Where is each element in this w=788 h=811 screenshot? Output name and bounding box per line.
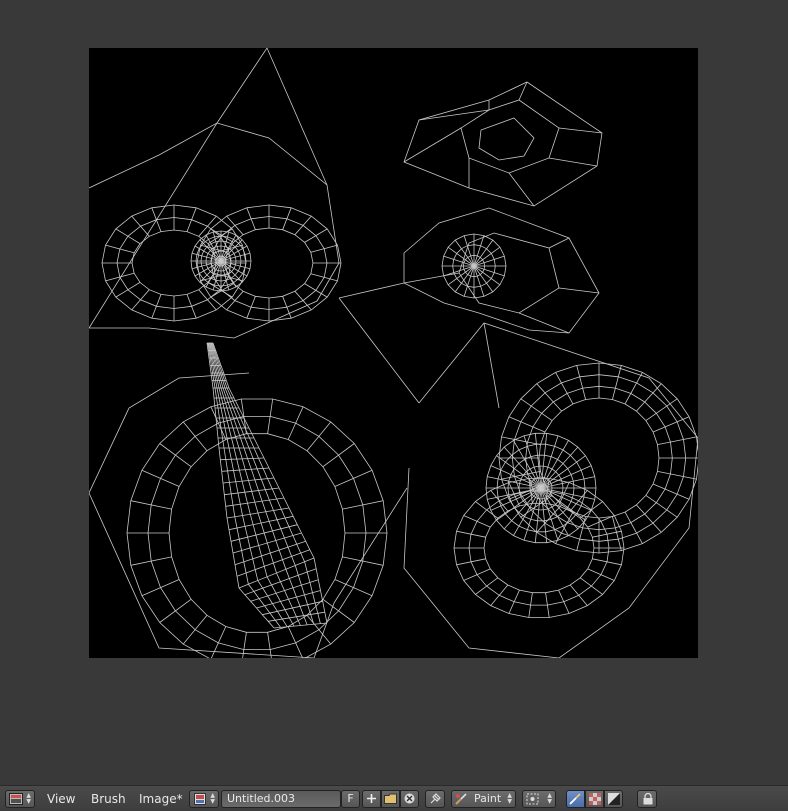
editor-type-button[interactable]: ▲ ▼ [5, 790, 35, 808]
image-editor-icon [9, 793, 23, 805]
image-icon [194, 793, 206, 805]
image-editor-header: ▲▼ View Brush Image* ▲▼ Untitled.003 F [0, 785, 788, 811]
image-name: Untitled.003 [227, 792, 296, 805]
brush-menu[interactable]: Brush [91, 791, 126, 807]
paint-icon [455, 793, 467, 805]
gradient-mode-button[interactable] [604, 790, 623, 808]
open-image-button[interactable] [381, 790, 400, 808]
dropdown-arrows-icon: ▲ ▼ [507, 792, 512, 805]
image-name-field[interactable]: Untitled.003 [221, 790, 341, 808]
unlink-image-button[interactable] [400, 790, 419, 808]
close-icon [404, 793, 415, 804]
plus-icon [367, 794, 376, 803]
mode-dropdown[interactable]: Paint ▲ ▼ [451, 790, 516, 808]
gradient-icon [608, 793, 620, 805]
pivot-dropdown[interactable]: ▲ ▼ [522, 790, 556, 808]
dropdown-arrows-icon: ▲ ▼ [26, 792, 31, 805]
uv-image-canvas[interactable] [89, 48, 698, 658]
folder-icon [384, 793, 397, 804]
dropdown-arrows-icon: ▲ ▼ [547, 792, 552, 805]
lock-button[interactable] [637, 790, 657, 808]
lock-icon [643, 793, 653, 805]
pin-icon [430, 793, 441, 804]
image-browse-button[interactable]: ▲ ▼ [189, 790, 219, 808]
uv-mesh-wireframe [89, 48, 698, 658]
brush-icon [569, 793, 581, 805]
image-menu[interactable]: Image* [139, 791, 183, 807]
pivot-icon [526, 793, 539, 805]
pin-button[interactable] [425, 790, 445, 808]
new-image-button[interactable] [362, 790, 381, 808]
draw-mode-button[interactable] [566, 790, 585, 808]
fake-user-label: F [347, 792, 354, 805]
fake-user-button[interactable]: F [341, 790, 360, 808]
checker-icon [589, 793, 601, 805]
image-editor-viewport[interactable] [0, 0, 788, 785]
mode-label: Paint [474, 792, 502, 805]
mask-mode-button[interactable] [585, 790, 604, 808]
dropdown-arrows-icon: ▲ ▼ [210, 792, 215, 805]
view-menu[interactable]: View [47, 791, 75, 807]
